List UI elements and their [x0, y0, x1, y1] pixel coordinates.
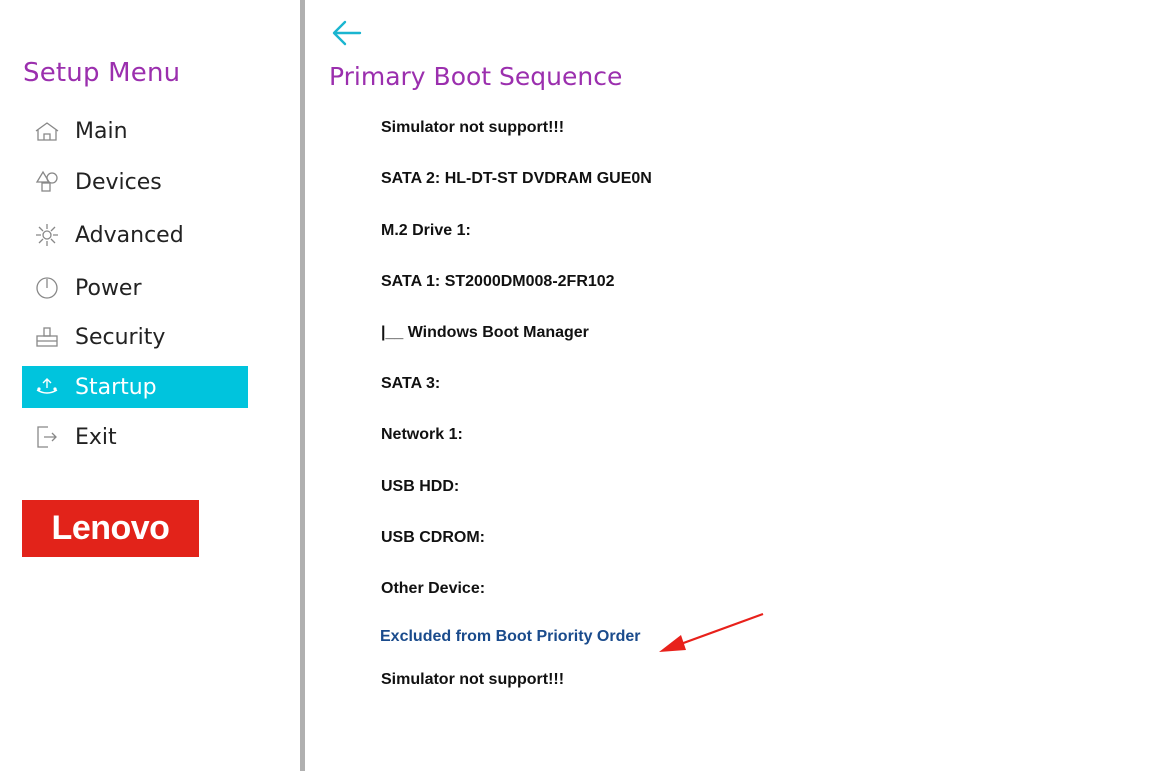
advanced-icon	[32, 220, 62, 250]
sidebar-item-devices[interactable]: Devices	[22, 161, 248, 203]
sidebar-item-label: Power	[75, 275, 142, 301]
sidebar-item-label: Devices	[75, 169, 162, 195]
sidebar-item-advanced[interactable]: Advanced	[22, 214, 248, 256]
sidebar-divider	[300, 0, 305, 771]
boot-item[interactable]: USB HDD:	[381, 470, 459, 504]
boot-item[interactable]: Simulator not support!!!	[381, 111, 564, 145]
back-button[interactable]	[330, 18, 364, 48]
boot-item[interactable]: Network 1:	[381, 418, 463, 452]
bios-setup-window: Setup Menu Main Devices Advanced Power S…	[0, 0, 1173, 771]
page-title: Primary Boot Sequence	[329, 62, 623, 91]
boot-item[interactable]: M.2 Drive 1:	[381, 214, 471, 248]
annotation-arrow-icon	[659, 612, 764, 652]
sidebar-item-security[interactable]: Security	[22, 316, 248, 358]
lenovo-logo: Lenovo	[22, 500, 199, 557]
startup-icon	[32, 372, 62, 402]
sidebar-item-label: Main	[75, 118, 128, 144]
sidebar-item-power[interactable]: Power	[22, 267, 248, 309]
sidebar-item-label: Startup	[75, 374, 157, 400]
boot-item[interactable]: USB CDROM:	[381, 521, 485, 555]
boot-item[interactable]: SATA 1: ST2000DM008-2FR102	[381, 265, 615, 299]
sidebar: Setup Menu Main Devices Advanced Power S…	[0, 0, 300, 771]
security-icon	[32, 322, 62, 352]
home-icon	[32, 116, 62, 146]
sidebar-item-label: Exit	[75, 424, 117, 450]
sidebar-item-exit[interactable]: Exit	[22, 416, 248, 458]
boot-item[interactable]: |__ Windows Boot Manager	[381, 316, 589, 350]
sidebar-item-main[interactable]: Main	[22, 110, 248, 152]
excluded-section-header: Excluded from Boot Priority Order	[380, 628, 641, 645]
boot-item[interactable]: SATA 2: HL-DT-ST DVDRAM GUE0N	[381, 162, 652, 196]
excluded-item[interactable]: Simulator not support!!!	[381, 671, 564, 689]
sidebar-item-label: Advanced	[75, 222, 184, 248]
sidebar-item-label: Security	[75, 324, 166, 350]
back-arrow-icon	[332, 20, 362, 46]
devices-icon	[32, 167, 62, 197]
boot-item[interactable]: SATA 3:	[381, 367, 440, 401]
boot-item[interactable]: Other Device:	[381, 572, 485, 606]
power-icon	[32, 273, 62, 303]
exit-icon	[32, 422, 62, 452]
sidebar-title: Setup Menu	[23, 58, 181, 88]
logo-text: Lenovo	[51, 509, 170, 547]
sidebar-item-startup[interactable]: Startup	[22, 366, 248, 408]
